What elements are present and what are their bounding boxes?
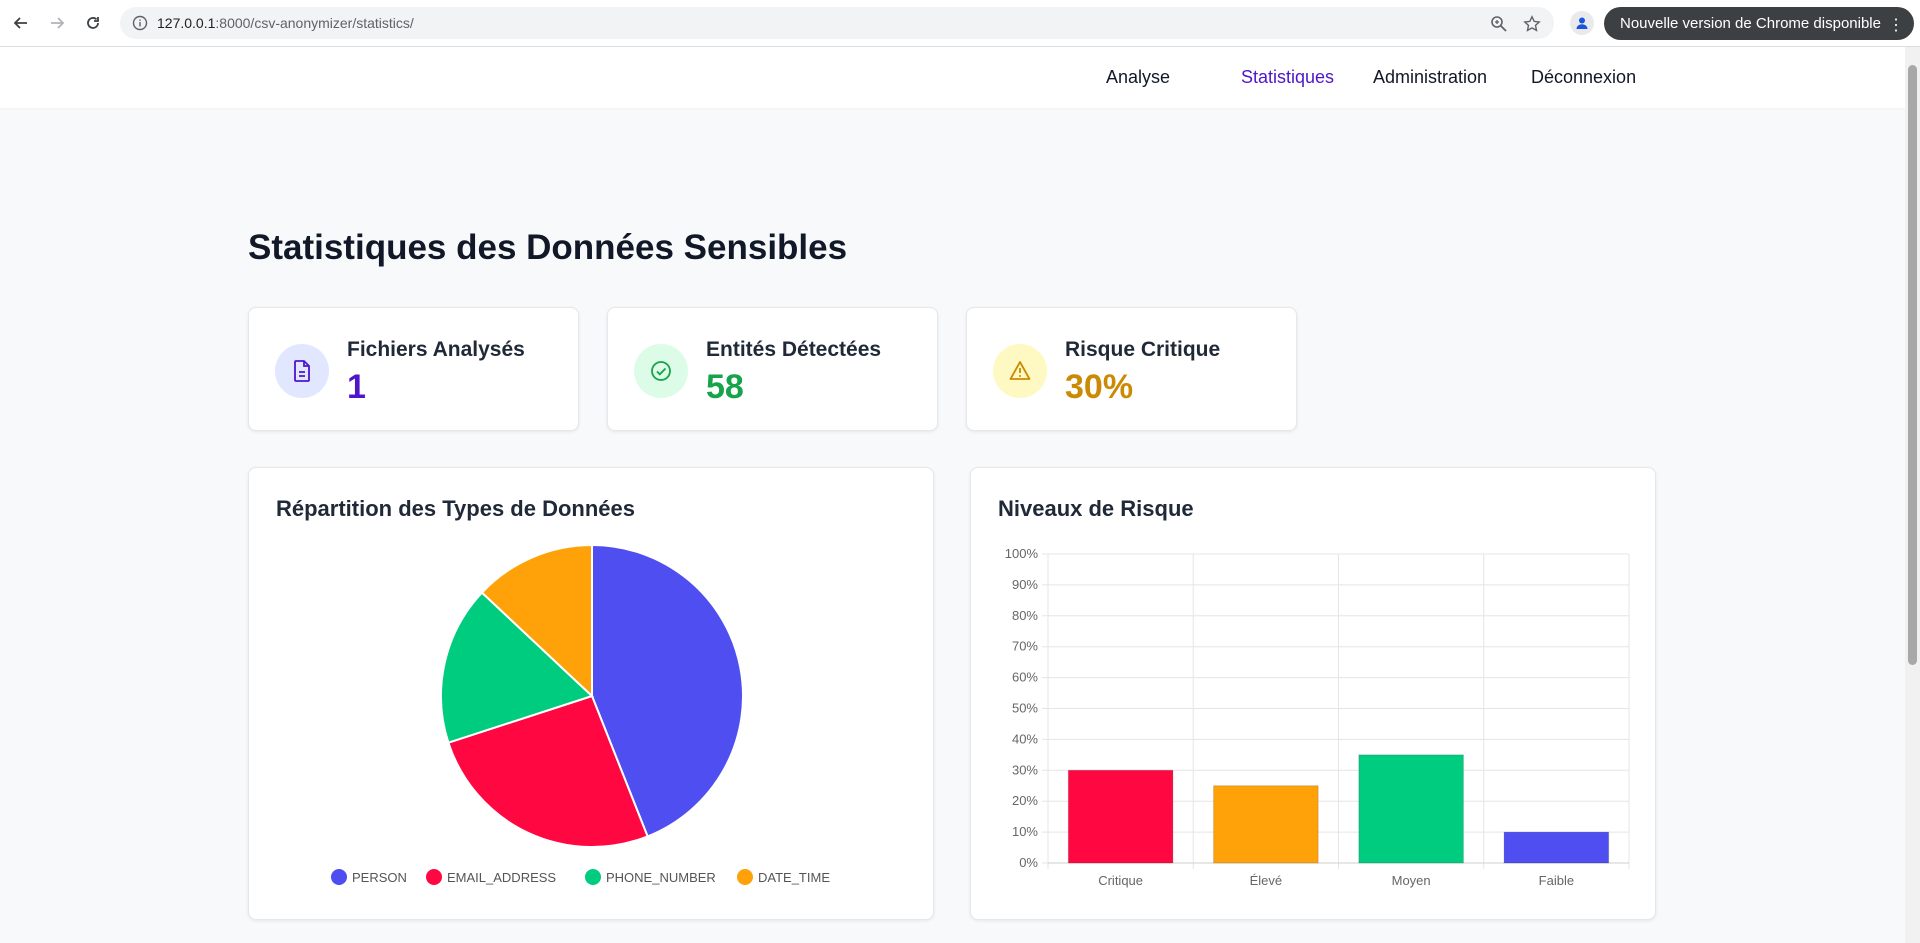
forward-icon[interactable] <box>45 11 69 35</box>
address-bar[interactable]: 127.0.0.1:8000/csv-anonymizer/statistics… <box>120 7 1554 39</box>
more-menu-icon[interactable]: ⋮ <box>1888 15 1904 35</box>
x-tick-label: Élevé <box>1250 873 1283 888</box>
y-tick-label: 30% <box>1012 762 1038 777</box>
y-tick-label: 10% <box>1012 824 1038 839</box>
chrome-update-label: Nouvelle version de Chrome disponible <box>1620 15 1881 32</box>
chrome-update-button[interactable]: Nouvelle version de Chrome disponible ⋮ <box>1604 7 1914 40</box>
x-tick-label: Faible <box>1539 873 1574 888</box>
icon-badge <box>634 344 688 398</box>
bar-critique[interactable] <box>1067 769 1174 864</box>
legend-label: PERSON <box>352 870 407 885</box>
bar-chart: 0% 10% 20% 30% 40% 50% 60% 70% 80% 90% 100% Critiqu… <box>1005 546 1630 888</box>
legend-label: PHONE_NUMBER <box>606 870 716 885</box>
legend-marker <box>331 869 347 885</box>
stat-value: 30% <box>1065 368 1134 406</box>
stat-card-files: Fichiers Analysés 1 <box>248 307 579 431</box>
bookmark-star-icon[interactable] <box>1523 15 1541 33</box>
zoom-icon[interactable] <box>1490 15 1508 33</box>
app-navbar: Analyse Statistiques Administration Déco… <box>0 47 1905 108</box>
nav-item-statistiques[interactable]: Statistiques <box>1241 67 1334 88</box>
legend-marker <box>585 869 601 885</box>
bar-moyen[interactable] <box>1358 754 1464 864</box>
bar-chart-panel: Niveaux de Risque 0% 10% 20% 30% 40% 50% 60% 70… <box>970 467 1656 920</box>
url-text[interactable]: 127.0.0.1:8000/csv-anonymizer/statistics… <box>157 15 414 31</box>
legend-label: EMAIL_ADDRESS <box>447 870 556 885</box>
url-host: 127.0.0.1 <box>157 15 216 31</box>
stat-label: Risque Critique <box>1065 338 1221 361</box>
bar-élevé[interactable] <box>1213 785 1319 864</box>
stat-card-entities: Entités Détectées 58 <box>607 307 938 431</box>
stat-card-risk: Risque Critique 30% <box>966 307 1297 431</box>
y-tick-label: 90% <box>1012 577 1038 592</box>
x-tick-label: Moyen <box>1392 873 1431 888</box>
warning-icon <box>1009 361 1031 380</box>
x-tick-label: Critique <box>1098 873 1143 888</box>
scrollbar-thumb[interactable] <box>1908 65 1917 665</box>
bar-faible[interactable] <box>1503 831 1610 864</box>
y-tick-label: 20% <box>1012 793 1038 808</box>
page-scrollbar[interactable] <box>1905 47 1920 943</box>
y-tick-label: 50% <box>1012 701 1038 716</box>
url-path: :8000/csv-anonymizer/statistics/ <box>215 15 414 31</box>
icon-badge <box>275 344 329 398</box>
y-tick-label: 60% <box>1012 670 1038 685</box>
y-tick-label: 0% <box>1019 855 1038 870</box>
stat-value: 1 <box>347 368 366 406</box>
reload-icon[interactable] <box>81 11 105 35</box>
icon-badge <box>993 344 1047 398</box>
y-tick-label: 70% <box>1012 639 1038 654</box>
y-tick-label: 100% <box>1005 546 1039 561</box>
profile-avatar-icon[interactable] <box>1570 11 1594 35</box>
back-icon[interactable] <box>9 11 33 35</box>
site-info-icon[interactable] <box>132 15 148 31</box>
page-title: Statistiques des Données Sensibles <box>248 228 848 267</box>
stat-label: Fichiers Analysés <box>347 338 525 361</box>
document-icon <box>294 360 310 382</box>
y-tick-label: 80% <box>1012 608 1038 623</box>
browser-toolbar: 127.0.0.1:8000/csv-anonymizer/statistics… <box>0 0 1920 47</box>
nav-item-administration[interactable]: Administration <box>1373 67 1487 88</box>
nav-item-deconnexion[interactable]: Déconnexion <box>1531 67 1636 88</box>
pie-chart-panel: Répartition des Types de Données PERSON E… <box>248 467 934 920</box>
nav-item-analyse[interactable]: Analyse <box>1106 67 1170 88</box>
stat-label: Entités Détectées <box>706 338 882 361</box>
legend-marker <box>737 869 753 885</box>
stat-value: 58 <box>706 368 744 406</box>
check-circle-icon <box>651 361 671 381</box>
legend-label: DATE_TIME <box>758 870 830 885</box>
pie-chart: PERSON EMAIL_ADDRESS PHONE_NUMBER DATE_TIME <box>331 543 830 885</box>
y-tick-label: 40% <box>1012 731 1038 746</box>
legend-marker <box>426 869 442 885</box>
